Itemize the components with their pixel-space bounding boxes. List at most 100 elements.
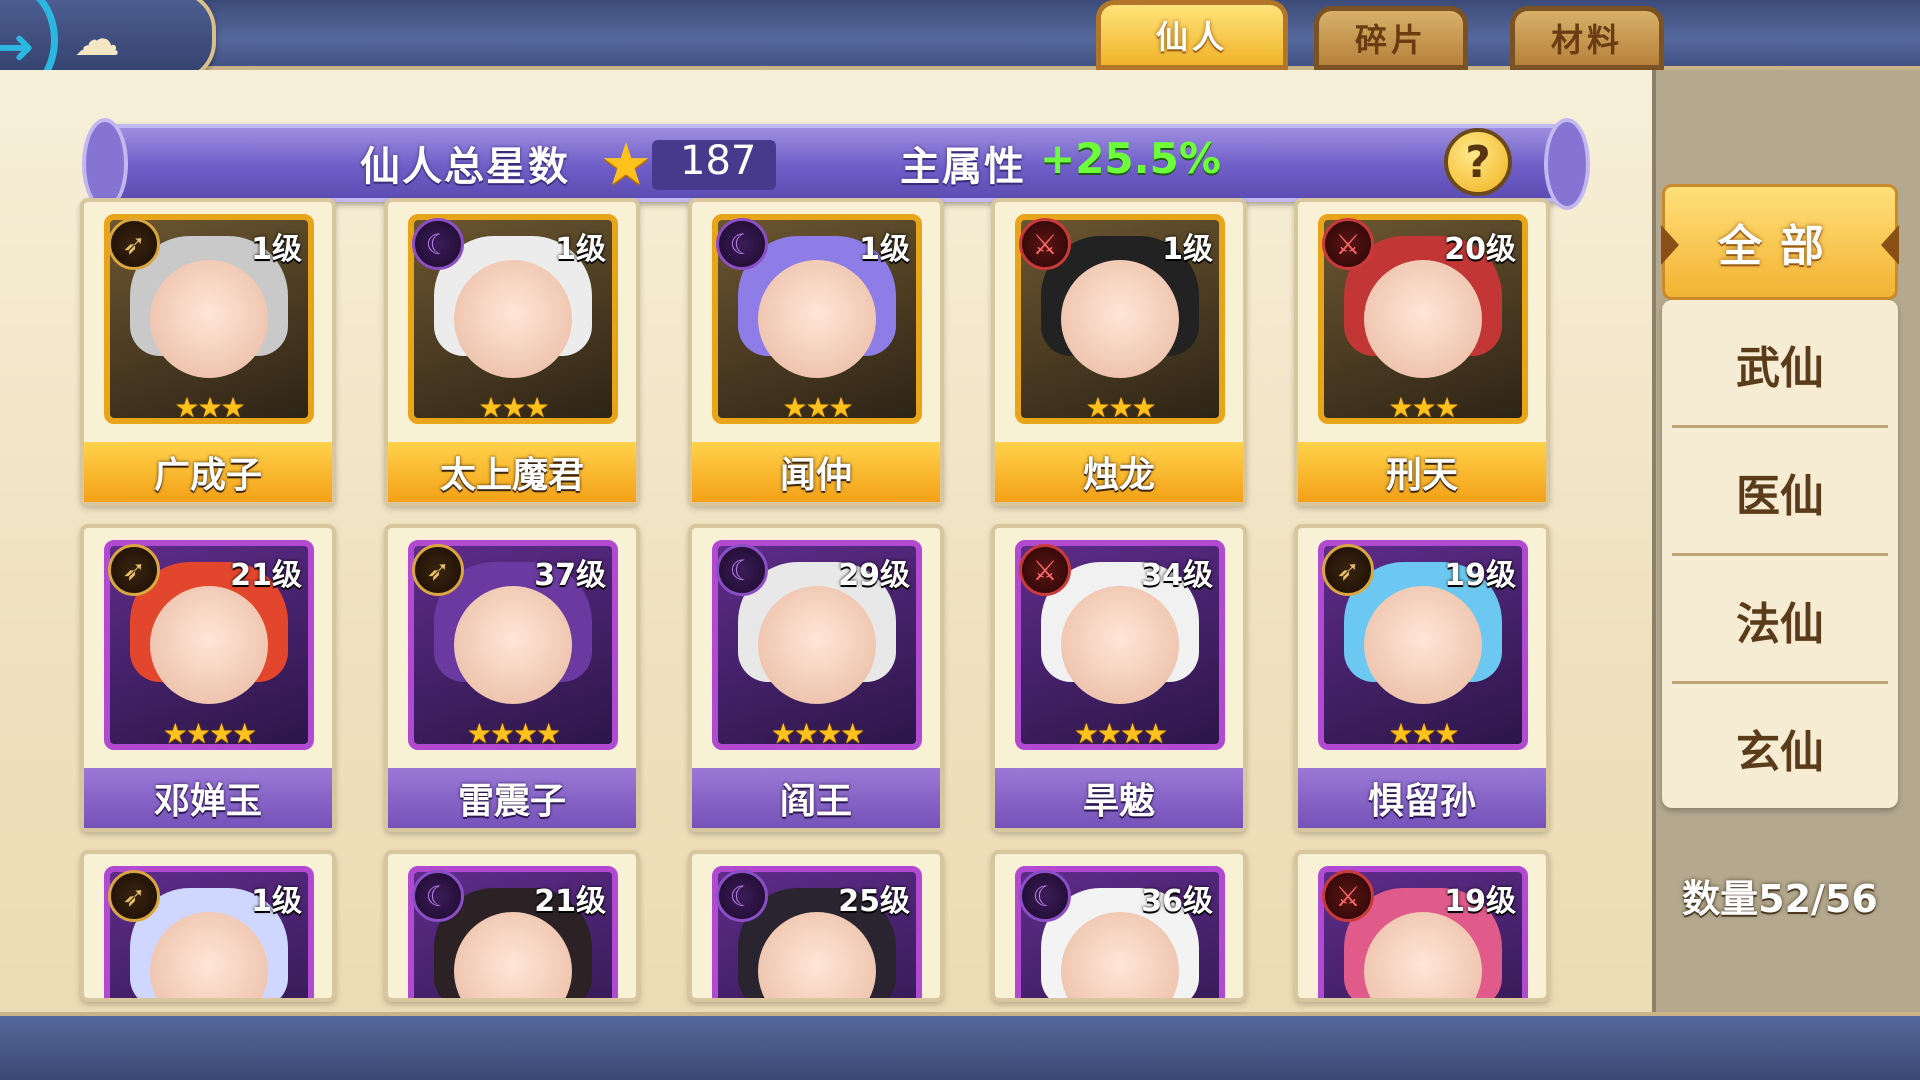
portrait-face [1061,260,1179,378]
level-label: 19级 [1444,558,1516,593]
bow-icon: ➶ [108,218,160,270]
character-card[interactable]: ⚔ 1级 ★★★ 烛龙 [991,198,1247,506]
star-rating: ★★★ [1085,391,1156,424]
sword-icon: ⚔ [1019,218,1071,270]
staff-icon: ☾ [1019,870,1071,922]
cloud-emblem-icon: ☁ [74,12,120,66]
level-label: 1级 [1162,232,1213,267]
character-card[interactable]: ☾ 1级 ★★★ 闻仲 [688,198,944,506]
character-portrait: ⚔ 34级 ★★★★ [1015,540,1225,750]
staff-icon: ☾ [412,870,464,922]
character-name: 惧留孙 [1298,768,1546,828]
character-portrait: ⚔ 19级 [1318,866,1528,998]
character-name: 雷震子 [388,768,636,828]
bow-icon: ➶ [108,870,160,922]
star-rating: ★★★ [782,391,853,424]
character-card[interactable]: ➶ 1级 ★★★ 广成子 [80,198,336,506]
character-card[interactable]: ⚔ 20级 ★★★ 刑天 [1294,198,1550,506]
character-portrait: ➶ 21级 ★★★★ [104,540,314,750]
character-name: 刑天 [1298,442,1546,502]
character-name: 旱魃 [995,768,1243,828]
filter-healer-label: 医仙 [1736,472,1824,521]
sword-icon: ⚔ [1322,218,1374,270]
portrait-face [454,260,572,378]
portrait-face [758,586,876,704]
star-rating: ★★★ [478,391,549,424]
level-label: 21级 [230,558,302,593]
sword-icon: ⚔ [1322,870,1374,922]
bow-icon: ➶ [1322,544,1374,596]
character-card[interactable]: ➶ 37级 ★★★★ 雷震子 [384,524,640,832]
filter-mystic-label: 玄仙 [1736,728,1824,777]
filter-mage[interactable]: 法仙 [1662,556,1898,684]
bow-icon: ➶ [412,544,464,596]
total-stars-label: 仙人总星数 [360,145,570,189]
filter-mystic[interactable]: 玄仙 [1662,684,1898,812]
staff-icon: ☾ [716,218,768,270]
bottom-bar [0,1012,1920,1080]
star-rating: ★★★★ [1073,717,1168,750]
character-card[interactable]: ➶ 1级 [80,850,336,1002]
portrait-face [150,260,268,378]
level-label: 36级 [1141,884,1213,919]
character-portrait: ➶ 19级 ★★★ [1318,540,1528,750]
star-rating: ★★★ [174,391,245,424]
level-label: 20级 [1444,232,1516,267]
character-card[interactable]: ⚔ 34级 ★★★★ 旱魃 [991,524,1247,832]
level-label: 1级 [555,232,606,267]
banner-cap-right [1544,118,1590,210]
help-button[interactable]: ? [1444,128,1512,196]
main-attr-label: 主属性 [900,145,1026,189]
character-portrait: ☾ 29级 ★★★★ [712,540,922,750]
character-portrait: ⚔ 20级 ★★★ [1318,214,1528,424]
main-attr-value: +25.5% [1040,134,1221,183]
character-card[interactable]: ⚔ 19级 [1294,850,1550,1002]
level-label: 25级 [838,884,910,919]
character-card[interactable]: ☾ 21级 [384,850,640,1002]
staff-icon: ☾ [716,544,768,596]
filter-healer[interactable]: 医仙 [1662,428,1898,556]
filter-martial-label: 武仙 [1736,344,1824,393]
level-label: 29级 [838,558,910,593]
character-portrait: ☾ 25级 [712,866,922,998]
tab-fragments[interactable]: 碎片 [1314,6,1468,70]
level-label: 34级 [1141,558,1213,593]
character-card[interactable]: ☾ 36级 [991,850,1247,1002]
level-label: 19级 [1444,884,1516,919]
star-rating: ★★★ [1388,717,1459,750]
tab-materials[interactable]: 材料 [1510,6,1664,70]
filter-martial[interactable]: 武仙 [1662,300,1898,428]
character-card[interactable]: ☾ 1级 ★★★ 太上魔君 [384,198,640,506]
character-card[interactable]: ➶ 19级 ★★★ 惧留孙 [1294,524,1550,832]
level-label: 1级 [859,232,910,267]
level-label: 1级 [251,884,302,919]
character-card[interactable]: ☾ 25级 [688,850,944,1002]
character-name: 闻仲 [692,442,940,502]
star-rating: ★★★★ [162,717,257,750]
character-card[interactable]: ➶ 21级 ★★★★ 邓婵玉 [80,524,336,832]
caret-right-icon [1881,225,1899,265]
star-icon: ★ [600,130,652,198]
portrait-face [758,260,876,378]
character-portrait: ➶ 1级 ★★★ [104,214,314,424]
portrait-face [150,586,268,704]
banner-cap-left [82,118,128,210]
collection-count: 数量52/56 [1682,877,1878,921]
filter-all[interactable]: 全部 [1661,184,1899,300]
staff-icon: ☾ [716,870,768,922]
star-rating: ★★★★ [466,717,561,750]
level-label: 1级 [251,232,302,267]
filter-all-label: 全部 [1718,222,1842,271]
character-portrait: ☾ 36级 [1015,866,1225,998]
character-card[interactable]: ☾ 29级 ★★★★ 阎王 [688,524,944,832]
portrait-face [1364,586,1482,704]
arrow-right-icon: ➜ [0,19,36,75]
portrait-face [1364,260,1482,378]
character-portrait: ☾ 1级 ★★★ [712,214,922,424]
tab-immortals[interactable]: 仙人 [1096,0,1288,70]
character-portrait: ⚔ 1级 ★★★ [1015,214,1225,424]
portrait-face [454,586,572,704]
staff-icon: ☾ [412,218,464,270]
bow-icon: ➶ [108,544,160,596]
character-portrait: ➶ 1级 [104,866,314,998]
